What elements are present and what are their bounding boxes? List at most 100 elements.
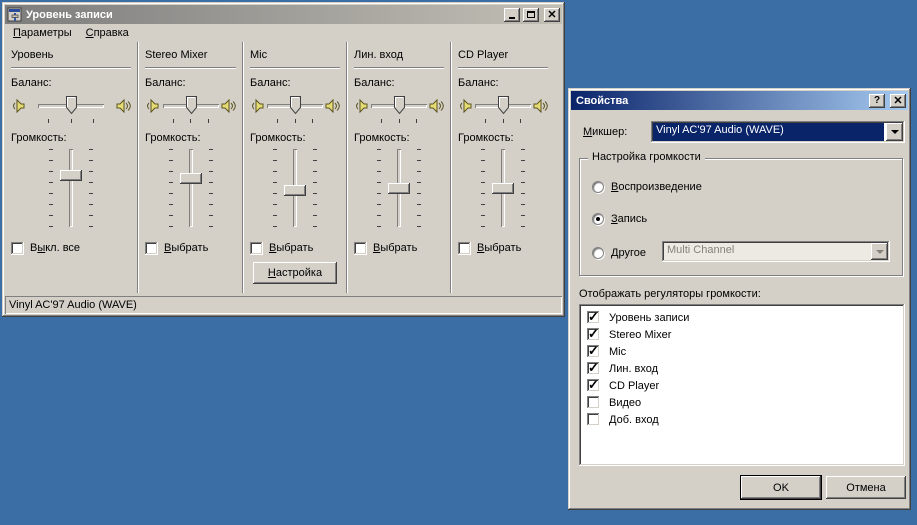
volume-ticks-right — [313, 149, 317, 227]
balance-thumb[interactable] — [290, 96, 301, 115]
list-item-line-in[interactable]: Лин. вход — [583, 360, 901, 377]
radio-other[interactable]: Другое — [592, 247, 646, 259]
balance-ticks — [38, 119, 104, 124]
balance-slider[interactable] — [38, 95, 104, 117]
title-bar[interactable]: Уровень записи ✕ — [5, 5, 562, 24]
ok-button[interactable]: OK — [741, 476, 821, 499]
checkbox-box[interactable] — [250, 242, 263, 255]
volume-slider[interactable] — [180, 149, 202, 227]
volume-thumb[interactable] — [60, 170, 82, 181]
balance-slider[interactable] — [475, 95, 531, 117]
select-checkbox[interactable]: Выбрать — [458, 241, 548, 255]
maximize-icon — [527, 11, 535, 18]
mixer-combobox[interactable]: Vinyl AC'97 Audio (WAVE) — [651, 121, 905, 143]
divider — [250, 67, 340, 69]
checkbox-box[interactable] — [587, 328, 600, 341]
balance-label: Баланс: — [11, 77, 131, 89]
select-checkbox[interactable]: Выбрать — [145, 241, 236, 255]
volume-ticks-right — [417, 149, 421, 227]
properties-dialog: Свойства ? ✕ Микшер: Vinyl AC'97 Audio (… — [568, 88, 911, 510]
volume-label: Громкость: — [458, 132, 548, 144]
checkbox-box[interactable] — [11, 242, 24, 255]
radio-circle[interactable] — [592, 181, 604, 193]
checkbox-box[interactable] — [587, 379, 600, 392]
checkbox-box[interactable] — [587, 345, 600, 358]
volume-slider[interactable] — [388, 149, 410, 227]
title-bar[interactable]: Свойства ? ✕ — [571, 91, 908, 110]
checkbox-box[interactable] — [587, 396, 600, 409]
window-title: Уровень записи — [26, 9, 501, 21]
volume-label: Громкость: — [354, 132, 444, 144]
show-controls-label: Отображать регуляторы громкости: — [579, 288, 761, 300]
menu-item-help[interactable]: Справка — [79, 25, 136, 42]
menu-item-parameters[interactable]: Параметры — [6, 25, 79, 42]
balance-thumb[interactable] — [498, 96, 509, 115]
list-item-video[interactable]: Видео — [583, 394, 901, 411]
list-item-label: Доб. вход — [609, 414, 659, 426]
minimize-button[interactable] — [504, 8, 520, 22]
list-item-mic[interactable]: Mic — [583, 343, 901, 360]
checkbox-box[interactable] — [587, 311, 600, 324]
radio-playback[interactable]: Воспроизведение — [592, 181, 702, 193]
balance-slider[interactable] — [163, 95, 219, 117]
balance-thumb[interactable] — [394, 96, 405, 115]
channel-line-in: Лин. вход Баланс: — [347, 42, 451, 293]
radio-label: Воспроизведение — [611, 181, 702, 193]
checkbox-box[interactable] — [587, 362, 600, 375]
other-combobox-dropdown-button — [871, 243, 888, 260]
list-item-label: CD Player — [609, 380, 659, 392]
volume-ticks-right — [209, 149, 213, 227]
volume-ticks-left — [481, 149, 485, 227]
volume-slider[interactable] — [60, 149, 82, 227]
volume-thumb[interactable] — [284, 185, 306, 196]
checkbox-box[interactable] — [458, 242, 471, 255]
radio-circle[interactable] — [592, 213, 604, 225]
radio-recording[interactable]: Запись — [592, 213, 647, 225]
balance-ticks — [371, 119, 427, 124]
checkbox-box[interactable] — [145, 242, 158, 255]
list-item-aux-in[interactable]: Доб. вход — [583, 411, 901, 428]
list-item-recording-level[interactable]: Уровень записи — [583, 309, 901, 326]
checkbox-box[interactable] — [587, 413, 600, 426]
settings-button[interactable]: Настройка — [253, 262, 337, 284]
dialog-title: Свойства — [573, 95, 866, 107]
volume-thumb[interactable] — [492, 183, 514, 194]
list-item-cd-player[interactable]: CD Player — [583, 377, 901, 394]
close-icon: ✕ — [893, 96, 902, 106]
select-checkbox[interactable]: Выбрать — [250, 241, 340, 255]
list-item-stereo-mixer[interactable]: Stereo Mixer — [583, 326, 901, 343]
balance-slider[interactable] — [267, 95, 323, 117]
balance-thumb[interactable] — [186, 96, 197, 115]
group-title: Настройка громкости — [588, 151, 705, 163]
list-item-label: Stereo Mixer — [609, 329, 671, 341]
volume-thumb[interactable] — [388, 183, 410, 194]
volume-controls-listbox[interactable]: Уровень записи Stereo Mixer Mic Лин. вхо… — [579, 304, 905, 466]
close-button[interactable]: ✕ — [544, 8, 560, 22]
cancel-button[interactable]: Отмена — [826, 476, 906, 499]
channel-title: Уровень — [11, 49, 131, 63]
close-icon: ✕ — [547, 10, 556, 20]
help-button[interactable]: ? — [869, 94, 885, 108]
maximize-button[interactable] — [523, 8, 539, 22]
balance-thumb[interactable] — [66, 96, 77, 115]
select-checkbox[interactable]: Выбрать — [354, 241, 444, 255]
balance-slider[interactable] — [371, 95, 427, 117]
checkbox-label: Выбрать — [164, 242, 208, 254]
volume-slider[interactable] — [284, 149, 306, 227]
mixer-combobox-dropdown-button[interactable] — [886, 123, 903, 141]
volume-slider[interactable] — [492, 149, 514, 227]
checkbox-box[interactable] — [354, 242, 367, 255]
mixer-channels: Уровень Баланс: — [5, 42, 562, 293]
close-button[interactable]: ✕ — [890, 94, 906, 108]
speaker-left-icon — [458, 98, 474, 114]
other-combobox: Multi Channel — [662, 241, 890, 262]
volume-label: Громкость: — [250, 132, 340, 144]
balance-ticks — [163, 119, 219, 124]
mute-all-checkbox[interactable]: Выкл. все — [11, 241, 131, 255]
channel-cd-player: CD Player Баланс: — [451, 42, 554, 293]
channel-mic: Mic Баланс: — [243, 42, 347, 293]
radio-circle[interactable] — [592, 247, 604, 259]
balance-label: Баланс: — [354, 77, 444, 89]
volume-label: Громкость: — [145, 132, 236, 144]
volume-thumb[interactable] — [180, 173, 202, 184]
